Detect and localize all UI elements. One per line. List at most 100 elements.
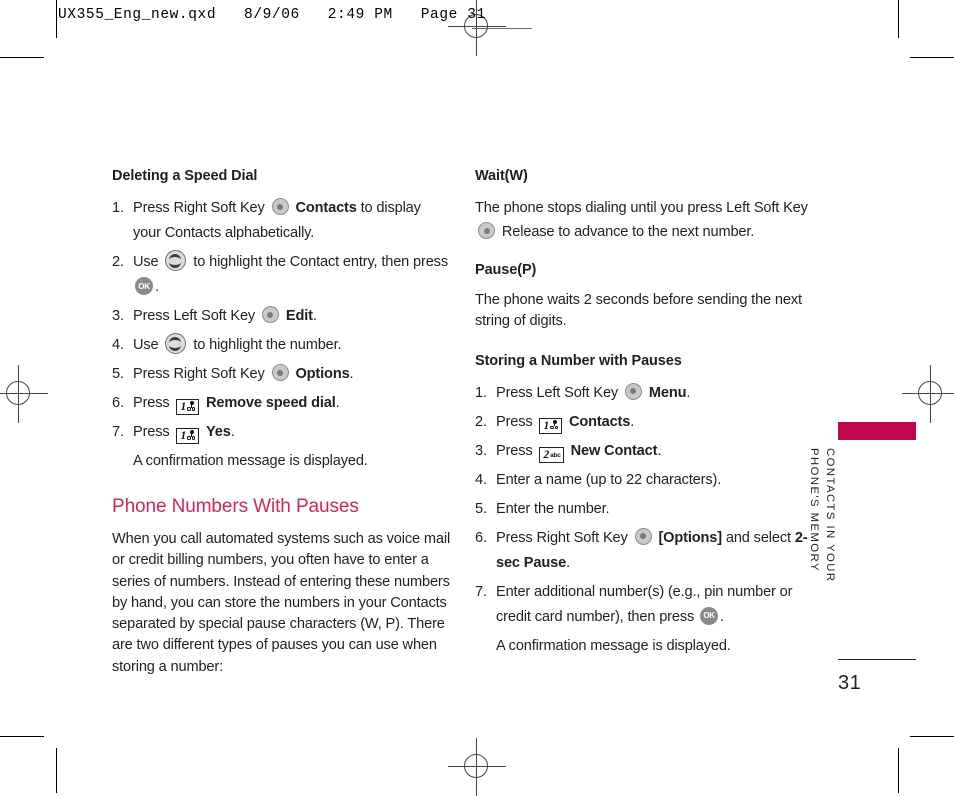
step-number: 1. [112,200,124,216]
crop-mark-top-right-vertical [898,0,899,38]
paragraph-wait: The phone stops dialing until you press … [475,196,815,244]
registration-mark-left [0,365,48,423]
crop-mark-bottom-left-horizontal [0,736,44,737]
step-number: 6. [112,395,124,411]
step-text: Press Right Soft Key [Options] and selec… [496,527,808,571]
step-number: 2. [475,413,487,430]
step-number: 3. [475,442,487,459]
step-emphasis: Yes [205,424,231,440]
step-number: 4. [475,471,487,488]
step-emphasis: Edit [285,308,313,324]
key-letters: abc [550,451,561,459]
soft-key-icon [271,364,289,381]
step-number: 7. [112,424,124,440]
key-digit: 2 [543,448,550,461]
section-tab-bar [838,422,916,440]
soft-key-icon [261,306,279,323]
key-digit: 1 [543,419,550,432]
soft-key-icon [634,527,652,545]
confirmation-note: A confirmation message is displayed. [133,453,368,469]
step-item: 7. Press 1 Yes. [112,420,452,445]
voicemail-glyph [187,430,196,440]
step-item: 2. Press 1 Contacts. [475,410,815,435]
section-tab-line-1: CONTACTS IN YOUR [824,448,836,583]
ok-key-icon: OK [700,606,719,625]
confirmation-note: A confirmation message is displayed. [496,637,731,654]
step-item: 3. Press Left Soft Key Edit. [112,304,452,329]
heading-pause: Pause(P) [475,262,537,278]
heading-deleting-speed-dial: Deleting a Speed Dial [112,168,258,184]
right-column: Wait(W) The phone stops dialing until yo… [475,168,815,663]
registration-mark-bottom [448,738,506,796]
step-number: 1. [475,384,487,401]
folio-rule [838,659,916,660]
step-text: Use to highlight the Contact entry, then… [133,250,448,295]
step-text: Press Left Soft Key Menu. [496,382,691,401]
section-tab-label: CONTACTS IN YOUR PHONE'S MEMORY [806,448,838,608]
key-digit: 1 [180,430,187,442]
heading-wait: Wait(W) [475,168,528,184]
step-emphasis: Contacts [295,200,357,216]
step-text: Press Left Soft Key Edit. [133,306,317,324]
registration-mark-right [902,365,954,423]
step-item: 2. Use to highlight the Contact entry, th… [112,250,452,300]
ok-key-label: OK [703,611,715,621]
step-text: Use to highlight the number. [133,333,342,354]
step-item: 5. Press Right Soft Key Options. [112,362,452,387]
section-tab-line-2: PHONE'S MEMORY [808,448,820,572]
crop-mark-bottom-right-vertical [898,748,899,793]
step-item: 7. Enter additional number(s) (e.g., pin … [475,580,815,630]
step-text: Press Right Soft Key Options. [133,364,354,382]
step-item: 6. Press Right Soft Key [Options] and sel… [475,526,815,576]
soft-key-icon [271,198,289,215]
step-text: Press 1 Remove speed dial. [133,395,340,415]
crop-mark-top-left-vertical [56,0,57,38]
step-emphasis: New Contact [570,442,658,459]
heading-storing-number-with-pauses: Storing a Number with Pauses [475,352,682,369]
crop-mark-top-right-horizontal [910,57,954,58]
step-text: Press Right Soft Key Contacts to display… [133,198,421,241]
key-1-icon: 1 [176,399,200,415]
soft-key-icon [478,222,495,239]
voicemail-glyph [187,401,196,411]
step-item: 3. Press 2abc New Contact. [475,439,815,464]
step-emphasis: [Options] [658,529,722,546]
step-item: 1. Press Left Soft Key Menu. [475,381,815,406]
storing-number-steps: 1. Press Left Soft Key Menu. 2. Press 1 Co… [475,381,815,659]
navigation-key-icon [165,250,187,271]
crop-mark-bottom-right-horizontal [910,736,954,737]
step-number: 2. [112,254,124,270]
paragraph-wait-post: Release to advance to the next number. [498,224,755,240]
heading-phone-numbers-with-pauses: Phone Numbers With Pauses [112,496,359,517]
paragraph-wait-pre: The phone stops dialing until you press … [475,200,808,216]
step-item: 5. Enter the number. [475,497,815,522]
step-number: 5. [475,500,487,517]
page-number: 31 [838,672,862,694]
crop-mark-top-left-horizontal [0,57,44,58]
step-number: 4. [112,337,124,353]
left-column: Deleting a Speed Dial 1. Press Right Soft… [112,168,452,689]
key-digit: 1 [180,401,187,413]
step-text: Enter the number. [496,500,610,517]
paragraph-phone-numbers-with-pauses: When you call automated systems such as … [112,531,451,675]
step-emphasis: Remove speed dial [205,395,336,411]
ok-key-label: OK [138,281,150,291]
step-item: 4. Use to highlight the number. [112,333,452,358]
step-item: 1. Press Right Soft Key Contacts to displ… [112,196,452,246]
voicemail-glyph [550,419,559,430]
navigation-key-icon [165,333,187,354]
step-text: Press 1 Yes. [133,424,235,444]
deleting-speed-dial-steps: 1. Press Right Soft Key Contacts to displ… [112,196,452,474]
step-item: 6. Press 1 Remove speed dial. [112,391,452,416]
key-1-icon: 1 [539,417,563,434]
paragraph-pause: The phone waits 2 seconds before sending… [475,292,802,330]
ok-key-icon: OK [135,277,153,295]
key-2-abc-icon: 2abc [539,446,564,463]
step-text: Enter additional number(s) (e.g., pin nu… [496,583,793,625]
soft-key-icon [624,382,642,400]
step-item: 4. Enter a name (up to 22 characters). [475,468,815,493]
step-text: Press 2abc New Contact. [496,442,662,463]
step-emphasis: Options [295,366,350,382]
step-emphasis: Contacts [568,413,631,430]
step-text: Enter a name (up to 22 characters). [496,471,722,488]
